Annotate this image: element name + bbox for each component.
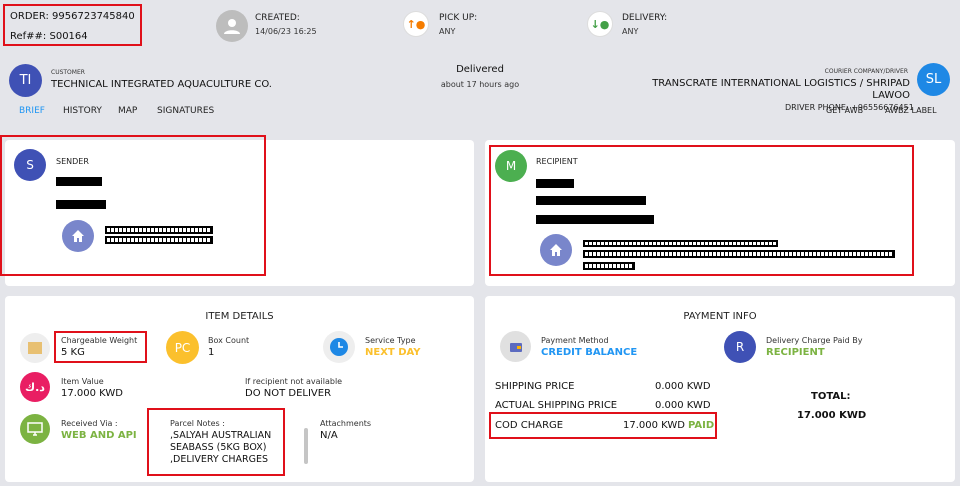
recipient-address-redacted-line3: [583, 262, 635, 270]
delivery-status-time: about 17 hours ago: [440, 80, 520, 89]
tab-brief[interactable]: BRIEF: [19, 106, 45, 116]
sender-title: SENDER: [56, 157, 89, 166]
clock-icon: [323, 331, 355, 363]
parcel-notes-line1: ,SALYAH AUSTRALIAN: [170, 430, 272, 441]
cod-paid-badge: PAID: [688, 420, 715, 431]
tab-signatures[interactable]: SIGNATURES: [157, 106, 214, 116]
recipient-avatar: M: [495, 150, 527, 182]
service-type-label: Service Type: [365, 336, 416, 345]
box-count-label: Box Count: [208, 336, 250, 345]
payment-info-title: PAYMENT INFO: [683, 311, 757, 322]
get-awb-button[interactable]: GET AWB: [826, 106, 863, 115]
received-via-value: WEB AND API: [61, 430, 137, 441]
courier-caption: COURIER COMPANY/DRIVER: [824, 68, 908, 75]
ref-number: Ref##: S00164: [10, 31, 88, 42]
sender-phone-redacted: [56, 200, 106, 209]
payment-method-label: Payment Method: [541, 336, 609, 345]
monitor-icon: [20, 414, 50, 444]
recipient-title: RECIPIENT: [536, 157, 578, 166]
sender-avatar: S: [14, 149, 46, 181]
customer-caption: CUSTOMER: [51, 69, 85, 76]
item-value-label: Item Value: [61, 377, 104, 386]
recipient-email-redacted: [536, 196, 646, 205]
sender-name-redacted: [56, 177, 102, 186]
order-number: ORDER: 9956723745840: [10, 11, 135, 22]
recipient-address-redacted-line1: [583, 240, 778, 247]
attachments-label: Attachments: [320, 419, 372, 428]
attachments-value: N/A: [320, 430, 338, 441]
pickup-icon: ↑●: [403, 11, 429, 37]
parcel-notes-line2: SEABASS (5KG BOX): [170, 442, 267, 453]
sender-home-icon: [62, 220, 94, 252]
payment-method-value: CREDIT BALANCE: [541, 347, 638, 358]
box-count-value: 1: [208, 347, 215, 358]
sender-address-redacted-line1: [105, 226, 213, 234]
shipping-price-value: 0.000 KWD: [655, 381, 711, 392]
box-weight-icon: [20, 333, 50, 363]
parcel-notes-line3: ,DELIVERY CHARGES: [170, 454, 269, 465]
if-not-available-value: DO NOT DELIVER: [245, 388, 332, 399]
recipient-phone-redacted: [536, 215, 654, 224]
shipping-price-label: SHIPPING PRICE: [495, 381, 575, 392]
item-value-value: 17.000 KWD: [61, 388, 123, 399]
chargeable-weight-value: 5 KG: [61, 347, 85, 358]
created-label: CREATED:: [255, 13, 300, 23]
courier-avatar: SL: [917, 63, 950, 96]
delivery-icon: ↓●: [587, 11, 613, 37]
parcel-notes-label: Parcel Notes :: [170, 419, 225, 428]
actual-shipping-value: 0.000 KWD: [655, 400, 711, 411]
recipient-home-icon: [540, 234, 572, 266]
user-icon: [216, 10, 248, 42]
item-details-title: ITEM DETAILS: [205, 311, 274, 322]
cod-charge-value: 17.000 KWD: [623, 420, 685, 431]
sender-address-redacted-line2: [105, 236, 213, 244]
currency-icon: د.ك: [20, 372, 50, 402]
wallet-icon: [500, 331, 531, 362]
box-count-icon: PC: [166, 331, 199, 364]
received-via-label: Received Via :: [61, 419, 118, 428]
courier-name-line2: LAWOO: [872, 90, 910, 101]
pickup-label: PICK UP:: [439, 13, 478, 23]
charge-paid-icon: R: [724, 331, 756, 363]
delivery-status: Delivered: [456, 64, 504, 75]
if-not-available-label: If recipient not available: [245, 377, 343, 386]
actual-shipping-label: ACTUAL SHIPPING PRICE: [495, 400, 618, 411]
pickup-value: ANY: [439, 27, 456, 36]
customer-name: TECHNICAL INTEGRATED AQUACULTURE CO.: [51, 79, 272, 90]
created-value: 14/06/23 16:25: [255, 27, 317, 36]
recipient-name-redacted: [536, 179, 574, 188]
total-value: 17.000 KWD: [797, 410, 867, 421]
charge-paid-value: RECIPIENT: [766, 347, 825, 358]
cod-charge-label: COD CHARGE: [495, 420, 564, 431]
delivery-value: ANY: [622, 27, 639, 36]
recipient-address-redacted-line2: [583, 250, 895, 258]
chargeable-weight-label: Chargeable Weight: [61, 336, 138, 345]
tab-map[interactable]: MAP: [118, 106, 137, 116]
service-type-value: NEXT DAY: [365, 347, 421, 358]
parcel-notes-scrollbar[interactable]: [304, 428, 308, 464]
awb-label-button[interactable]: AWBZ LABEL: [885, 106, 937, 115]
customer-avatar: TI: [9, 64, 42, 97]
delivery-label: DELIVERY:: [622, 13, 668, 23]
charge-paid-label: Delivery Charge Paid By: [766, 336, 863, 345]
tab-history[interactable]: HISTORY: [63, 106, 102, 116]
courier-name-line1: TRANSCRATE INTERNATIONAL LOGISTICS / SHR…: [652, 78, 910, 89]
total-label: TOTAL:: [811, 391, 851, 402]
